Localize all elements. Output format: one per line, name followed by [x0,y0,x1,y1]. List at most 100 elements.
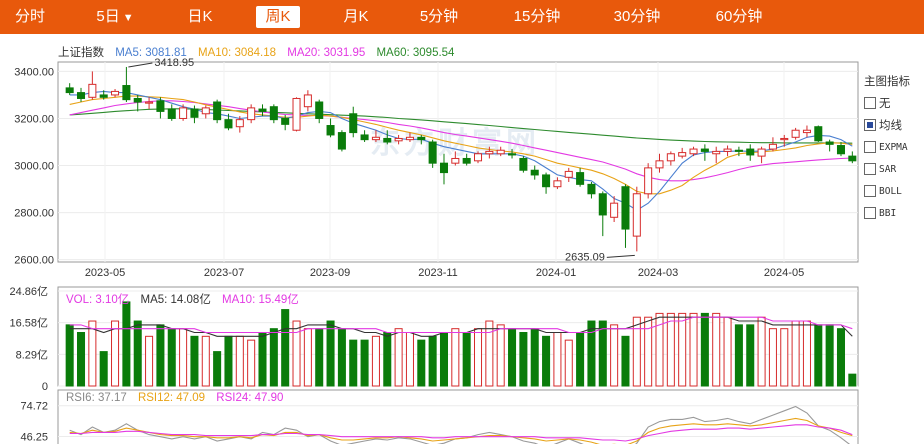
candle-body [371,136,380,141]
volume-bar [371,335,380,387]
volume-bar [666,312,675,387]
volume-y-tick-label: 8.29亿 [16,348,48,361]
low-annotation-label: 2635.09 [565,251,605,263]
high-annotation-label: 3418.95 [154,57,194,69]
candle-body [122,85,131,101]
candle-body [632,193,641,237]
volume-bar [394,328,403,387]
volume-bar [111,320,120,387]
volume-bar [315,328,324,387]
rsi24-value: RSI24: 47.90 [216,392,284,404]
candle-body [303,94,312,108]
volume-bar [383,332,392,387]
volume-bar [417,339,426,387]
candle-body [576,172,585,185]
candle-body [111,90,120,96]
candle-body [417,136,426,141]
x-tick-label: 2024-05 [764,267,804,279]
candle-body [269,106,278,121]
volume-bar [836,328,846,387]
price-y-tick-label: 2600.00 [14,255,54,267]
rsi6-value: RSI6: 37.17 [66,392,127,404]
volume-bar [473,328,483,387]
candle-body [383,137,392,143]
price-y-tick-label: 2800.00 [14,208,54,220]
candle-body [723,148,732,152]
volume-bar [723,316,732,387]
volume-bar [224,335,233,387]
candle-body [190,108,199,118]
volume-bar [825,324,834,387]
candle-body [836,145,846,155]
candle-body [768,143,777,150]
volume-bar [576,332,585,387]
candle-body [156,100,165,112]
candle-body [610,202,619,218]
volume-bar [780,328,789,387]
candle-body [564,170,573,178]
candle-body [76,92,86,99]
x-tick-label: 2024-01 [536,267,576,279]
volume-bar [485,320,494,387]
candle-body [281,117,290,125]
candle-body [258,108,267,112]
volume-bar [621,335,630,387]
candle-body [292,97,301,131]
candle-body [179,107,188,119]
candle-body [848,155,857,162]
volume-bar [542,335,551,387]
volume-bar [632,316,641,387]
volume-bar [349,339,358,387]
rsi-y-tick-label: 74.72 [20,401,48,413]
price-y-tick-label: 3000.00 [14,161,54,173]
volume-bar [235,335,244,387]
volume-bar [88,320,97,387]
volume-bar [462,332,471,387]
volume-bar [757,316,766,387]
volume-y-tick-label: 0 [42,381,48,393]
candle-body [598,193,607,216]
candle-body [133,97,142,103]
high-annotation-arrow [128,62,153,68]
candle-body [780,137,789,141]
low-annotation-arrow [606,254,635,258]
volume-y-tick-label: 24.86亿 [9,285,48,298]
volume-bar [247,339,256,387]
volume-bar [326,320,335,387]
volume-bar [814,324,823,387]
price-y-tick-label: 3400.00 [14,66,54,78]
volume-bar [598,320,607,387]
volume-bar [508,328,517,387]
candle-body [201,107,210,115]
candle-body [666,153,675,162]
volume-bar [553,332,562,387]
volume-bar [258,332,267,387]
candle-body [530,169,539,176]
candle-body [508,153,517,156]
volume-bar [337,328,346,387]
volume-bar [269,328,278,387]
candle-body [802,129,811,134]
candle-body [360,134,369,141]
rsi-legend: RSI6: 37.17 RSI12: 47.09 RSI24: 47.90 [66,392,291,404]
volume-bar [179,328,188,387]
candle-body [678,152,687,157]
vol-value: VOL: 3.10亿 [66,294,130,306]
vol-ma5-value: MA5: 14.08亿 [140,294,211,306]
candle-body [99,94,108,98]
candle-body [814,126,823,142]
candle-body [247,107,256,121]
candle-body [825,141,834,145]
volume-y-tick-label: 16.58亿 [9,317,48,330]
candle-body [213,101,222,121]
candle-body [439,162,449,174]
rsi12-value: RSI12: 47.09 [137,392,206,404]
volume-bar [99,351,108,387]
candle-body [145,101,154,104]
volume-bar [712,312,721,387]
volume-bar [190,335,199,387]
candle-body [167,108,176,119]
volume-bar [167,328,176,387]
candle-body [791,129,800,138]
kline-chart[interactable]: 3400.00 3200.00 3000.00 2800.00 2600.00 2023-… [0,0,924,444]
